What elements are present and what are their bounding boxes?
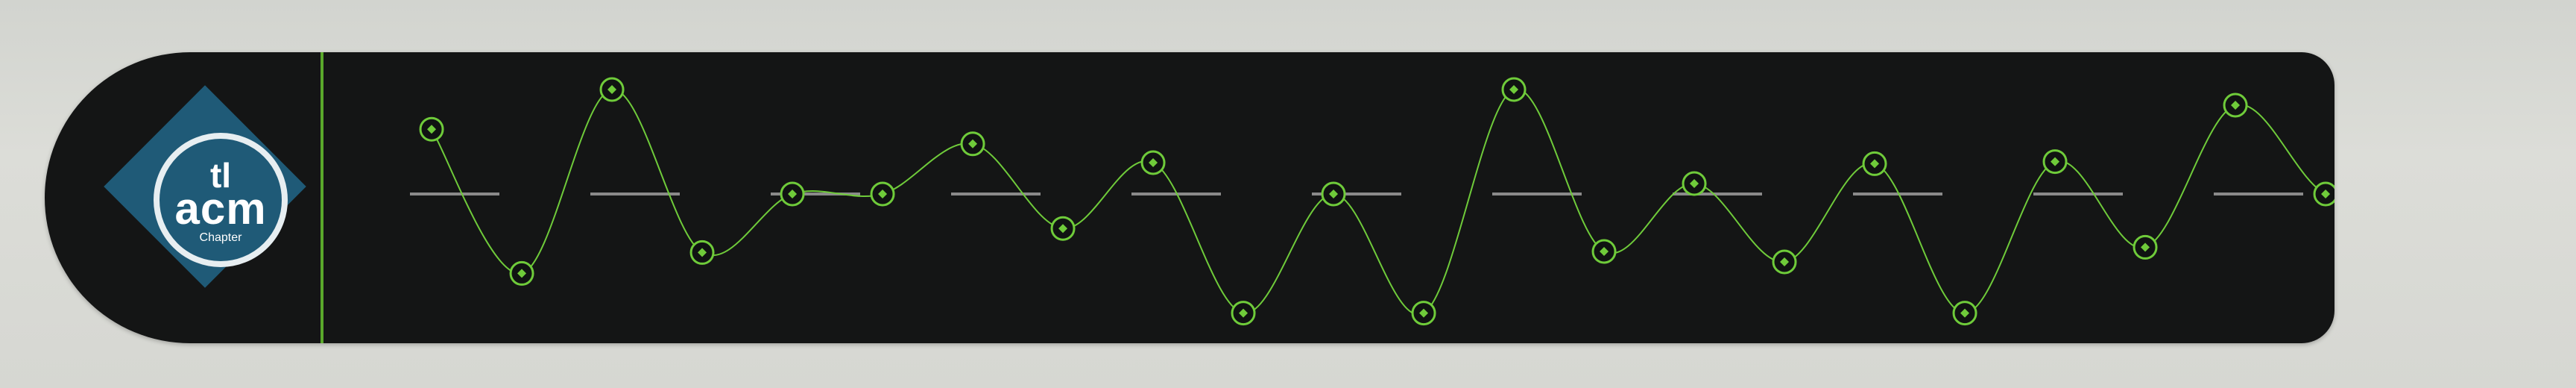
waveform-point-handle[interactable]	[780, 181, 805, 207]
waveform-point-handle[interactable]	[1772, 249, 1797, 275]
waveform-point-handle[interactable]	[1140, 150, 1166, 175]
waveform-point-handle[interactable]	[870, 181, 895, 207]
waveform-point-handle[interactable]	[1050, 216, 1076, 241]
waveform-point-handle[interactable]	[1862, 151, 1887, 176]
waveform-point-handle[interactable]	[1501, 77, 1527, 102]
waveform-point-handle[interactable]	[1952, 301, 1977, 326]
waveform-curve	[431, 88, 2334, 316]
waveform-point-handle[interactable]	[1231, 301, 1256, 326]
waveform-point-handle[interactable]	[1321, 181, 1346, 207]
waveform-point-handle[interactable]	[1591, 239, 1617, 264]
waveform-point-handle[interactable]	[2133, 234, 2158, 260]
waveform-point-handle[interactable]	[599, 77, 625, 102]
waveform-point-handle[interactable]	[689, 240, 715, 265]
waveform-point-handle[interactable]	[2313, 181, 2334, 207]
waveform-point-handle[interactable]	[509, 260, 534, 286]
waveform-point-handle[interactable]	[1411, 301, 1436, 326]
waveform-point-handle[interactable]	[1682, 171, 1707, 196]
waveform-point-handle[interactable]	[419, 116, 444, 142]
waveform-point-handle[interactable]	[2223, 93, 2248, 118]
waveform-svg	[410, 77, 2334, 326]
waveform-panel: tl acm Chapter	[45, 52, 2334, 343]
waveform-point-handle[interactable]	[960, 131, 985, 157]
waveform-point-handle[interactable]	[2042, 149, 2068, 175]
